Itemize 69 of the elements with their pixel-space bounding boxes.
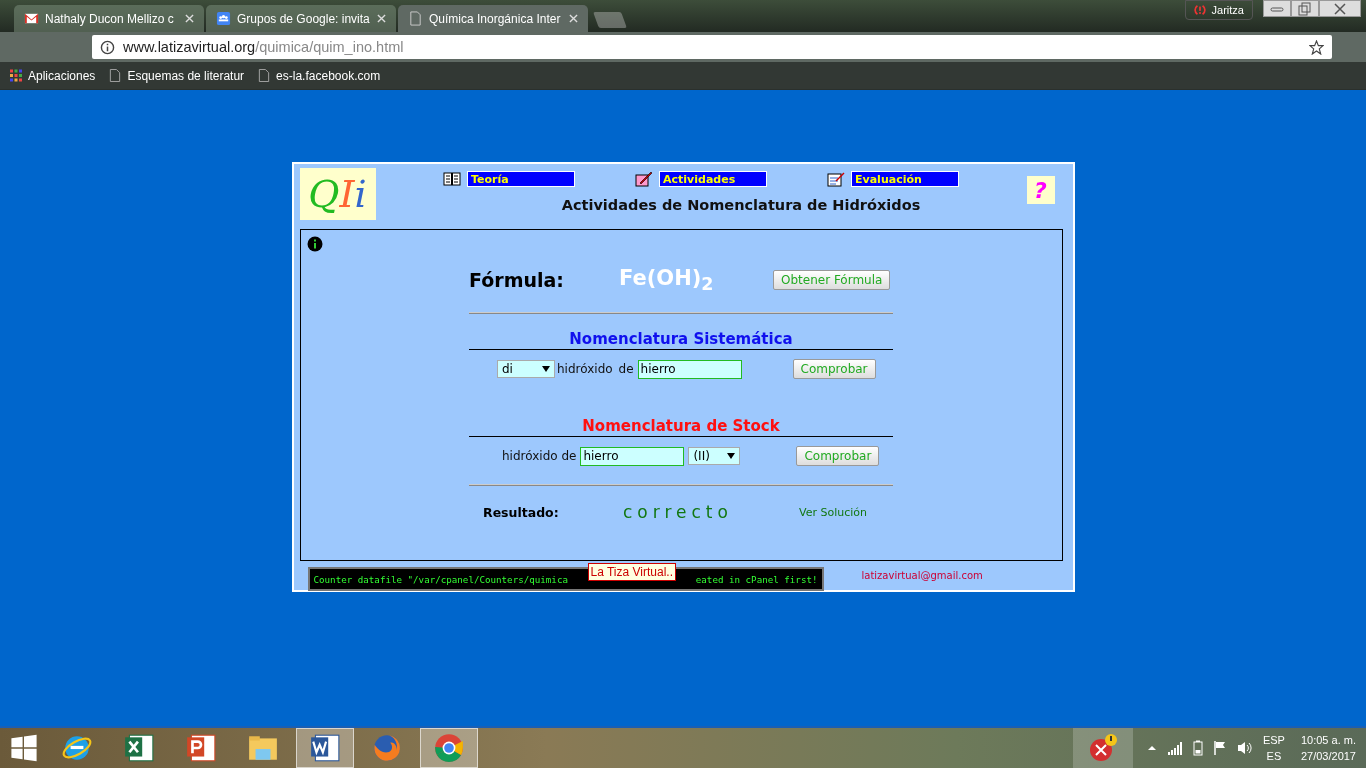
language-indicator[interactable]: ESP ES — [1262, 732, 1285, 764]
windows-icon — [10, 734, 38, 762]
caret-icon — [542, 366, 550, 373]
label: de — [618, 362, 634, 377]
close-button[interactable] — [1319, 0, 1361, 17]
info-icon[interactable] — [306, 236, 323, 252]
page-icon — [109, 69, 122, 82]
document-icon — [309, 732, 341, 764]
address-bar[interactable]: www.latizavirtual.org/quimica/quim_ino.html — [92, 35, 1332, 59]
warning-app-icon[interactable] — [1072, 728, 1133, 768]
label: hidróxido — [557, 362, 613, 377]
nav-link[interactable]: Actividades — [659, 171, 767, 187]
element-input[interactable]: hierro — [580, 446, 685, 466]
formula: Fe(OH)$_{2}$ — [619, 266, 715, 295]
restore-button[interactable] — [1291, 0, 1319, 17]
close-icon[interactable] — [377, 14, 386, 23]
fox-globe-icon — [371, 732, 403, 764]
bookmark[interactable]: Esquemas de literatur — [109, 68, 245, 83]
browser-tab[interactable]: Química Inorgánica Inter — [398, 5, 588, 32]
taskbar-app[interactable] — [296, 728, 354, 768]
flag-icon[interactable] — [1212, 740, 1227, 756]
valence-select[interactable]: (II) — [688, 447, 741, 466]
taskbar-app[interactable] — [420, 728, 478, 768]
section-heading: Nomenclatura Sistemática — [469, 330, 893, 351]
sync-error-icon — [1193, 4, 1206, 16]
label: hidróxido de — [502, 449, 577, 464]
book-icon[interactable] — [443, 171, 461, 187]
page-icon — [408, 11, 423, 26]
prefix-select[interactable]: di — [497, 360, 555, 379]
star-icon[interactable] — [1309, 39, 1324, 55]
formula-label: Fórmula: — [469, 269, 565, 292]
new-tab-button[interactable] — [593, 12, 627, 28]
caret-icon — [727, 453, 736, 460]
bookmark[interactable]: Aplicaciones — [10, 68, 96, 83]
close-icon[interactable] — [569, 14, 578, 23]
tooltip: La Tiza Virtual.. — [587, 563, 676, 581]
browser-tab[interactable]: Grupos de Google: invita — [206, 5, 396, 32]
counter-text: Counter datafile "/var/cpanel/Counters/quimica — [313, 573, 568, 585]
browser-tab[interactable]: Nathaly Ducon Mellizo c — [14, 5, 204, 32]
page-title: Actividades de Nomenclatura de Hidróxidos — [561, 197, 921, 213]
profile-button[interactable]: Jaritza — [1184, 0, 1253, 20]
groups-icon — [216, 11, 231, 26]
result-label: Resultado: — [483, 504, 560, 520]
signal-icon[interactable] — [1166, 741, 1183, 755]
presentation-icon — [185, 732, 217, 764]
pencil-note-icon[interactable] — [635, 171, 653, 187]
battery-icon[interactable] — [1192, 740, 1203, 756]
info-icon — [100, 39, 115, 55]
page-icon — [258, 69, 271, 82]
mail-icon — [24, 11, 39, 26]
counter-text: eated in cPanel first! — [695, 573, 818, 585]
nav-link[interactable]: Evaluación — [851, 171, 959, 187]
warning-icon — [1087, 733, 1118, 763]
nav-link[interactable]: Teoría — [467, 171, 575, 187]
result-text: correcto — [623, 502, 734, 523]
chevron-up-icon[interactable] — [1146, 743, 1157, 753]
section-heading: Nomenclatura de Stock — [469, 417, 893, 438]
bookmark[interactable]: es-la.facebook.com — [258, 68, 381, 83]
apps-icon — [10, 69, 22, 82]
close-icon[interactable] — [185, 14, 194, 23]
restore-icon — [1298, 1, 1312, 16]
element-input[interactable]: hierro — [637, 359, 742, 379]
logo: QIi — [299, 168, 376, 220]
volume-icon[interactable] — [1236, 740, 1253, 756]
spreadsheet-icon — [123, 732, 155, 764]
form-icon[interactable] — [827, 171, 845, 187]
clock[interactable]: 10:05 a. m. 27/03/2017 — [1300, 732, 1356, 764]
close-icon — [1333, 1, 1347, 16]
browser-icon — [433, 732, 465, 764]
